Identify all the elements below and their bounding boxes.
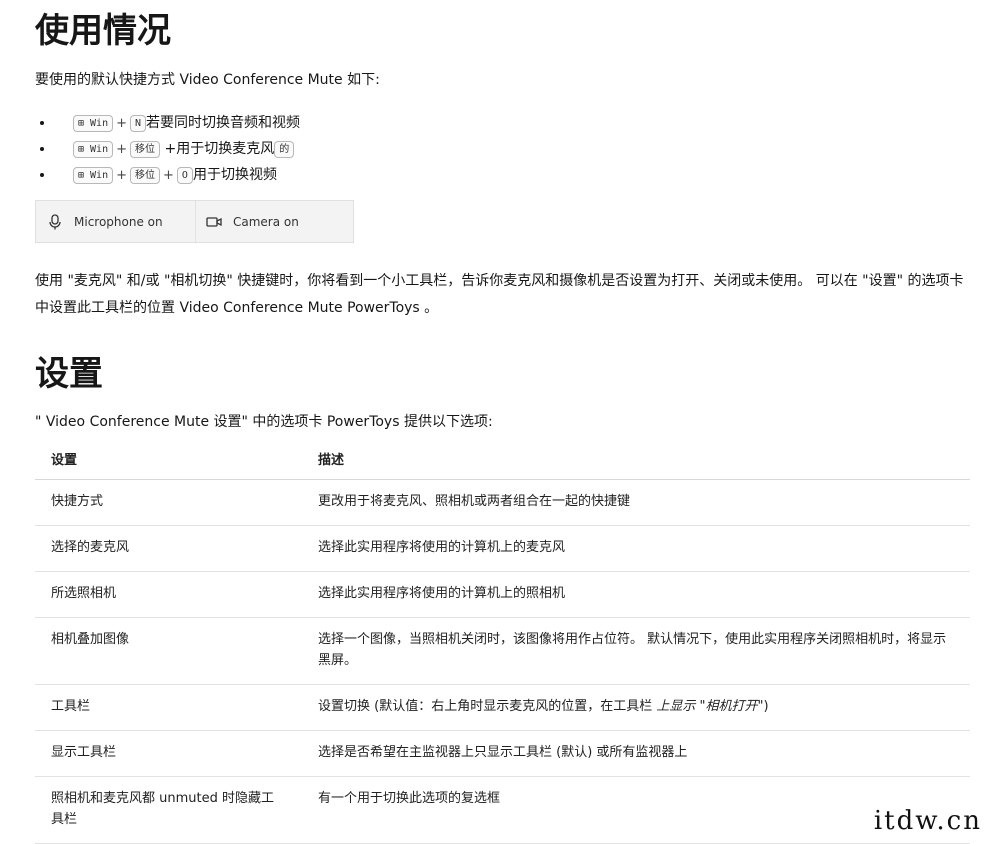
table-row: 工具栏 设置切换 (默认值：右上角时显示麦克风的位置，在工具栏 上显示 "相机打… [35,684,970,731]
key-shift: 移位 [130,166,161,184]
shortcut-description: +用于切换麦克风 [164,141,275,157]
usage-heading: 使用情况 [35,11,171,51]
settings-intro: " Video Conference Mute 设置" 中的选项卡 PowerT… [35,414,493,430]
key-shift: 移位 [130,140,161,158]
key-o: O [176,166,193,184]
toolbar-camera: Camera on [196,201,299,242]
watermark-text: itdw.cn [873,806,982,836]
list-item: ⊞ Win+移位 +用于切换麦克风的 [55,137,300,163]
description-tail: ) [763,699,769,714]
key-n: N [130,114,147,132]
setting-description: 选择一个图像，当照相机关闭时，该图像将用作占位符。 默认情况下，使用此实用程序关… [302,617,970,685]
key-win: ⊞ Win [73,166,114,184]
settings-table: 设置 描述 快捷方式 更改用于将麦克风、照相机或两者组合在一起的快捷键 选择的麦… [35,437,970,844]
shortcut-description: 用于切换视频 [192,167,277,183]
table-row: 照相机和麦克风都 unmuted 时隐藏工具栏 有一个用于切换此选项的复选框 [35,776,970,844]
toolbar-description: 使用 "麦克风" 和/或 "相机切换" 快捷键时，你将看到一个小工具栏，告诉你麦… [35,273,964,316]
camera-icon [206,216,222,227]
key-win: ⊞ Win [73,114,114,132]
setting-description: 更改用于将麦克风、照相机或两者组合在一起的快捷键 [302,479,970,526]
setting-name: 选择的麦克风 [35,525,302,572]
microphone-icon [49,213,61,229]
key-win: ⊞ Win [73,140,114,158]
shortcut-list: ⊞ Win+N若要同时切换音频和视频 ⊞ Win+移位 +用于切换麦克风的 ⊞ … [35,111,300,189]
mute-toolbar-image: Microphone on Camera on [35,200,354,243]
setting-description: 有一个用于切换此选项的复选框 [302,776,970,844]
setting-description: 选择此实用程序将使用的计算机上的麦克风 [302,525,970,572]
table-header-row: 设置 描述 [35,437,970,480]
list-item: ⊞ Win+N若要同时切换音频和视频 [55,111,300,137]
setting-description: 选择此实用程序将使用的计算机上的照相机 [302,571,970,618]
table-row: 显示工具栏 选择是否希望在主监视器上只显示工具栏 (默认) 或所有监视器上 [35,730,970,777]
setting-name: 所选照相机 [35,571,302,618]
microphone-status: Microphone on [74,214,163,229]
camera-status: Camera on [233,214,299,229]
setting-description: 选择是否希望在主监视器上只显示工具栏 (默认) 或所有监视器上 [302,730,970,777]
usage-intro: 要使用的默认快捷方式 Video Conference Mute 如下: [35,72,380,88]
list-item: ⊞ Win+移位+O用于切换视频 [55,163,300,189]
settings-heading: 设置 [35,354,103,394]
description-text: 设置切换 (默认值：右上角时显示麦克风的位置，在工具栏 [318,699,657,714]
table-row: 选择的麦克风 选择此实用程序将使用的计算机上的麦克风 [35,525,970,572]
table-row: 快捷方式 更改用于将麦克风、照相机或两者组合在一起的快捷键 [35,479,970,526]
key-trailing: 的 [274,140,295,158]
shortcut-description: 若要同时切换音频和视频 [146,115,301,131]
setting-name: 照相机和麦克风都 unmuted 时隐藏工具栏 [35,776,302,844]
toolbar-microphone: Microphone on [36,201,196,242]
column-header-description: 描述 [302,437,970,480]
setting-name: 工具栏 [35,684,302,731]
column-header-setting: 设置 [35,437,302,480]
setting-name: 快捷方式 [35,479,302,526]
setting-name: 相机叠加图像 [35,617,302,685]
setting-name: 显示工具栏 [35,730,302,777]
table-row: 所选照相机 选择此实用程序将使用的计算机上的照相机 [35,571,970,618]
setting-description: 设置切换 (默认值：右上角时显示麦克风的位置，在工具栏 上显示 "相机打开") [302,684,970,731]
table-row: 相机叠加图像 选择一个图像，当照相机关闭时，该图像将用作占位符。 默认情况下，使… [35,617,970,685]
description-emphasis: 上显示 "相机打开" [656,699,764,714]
